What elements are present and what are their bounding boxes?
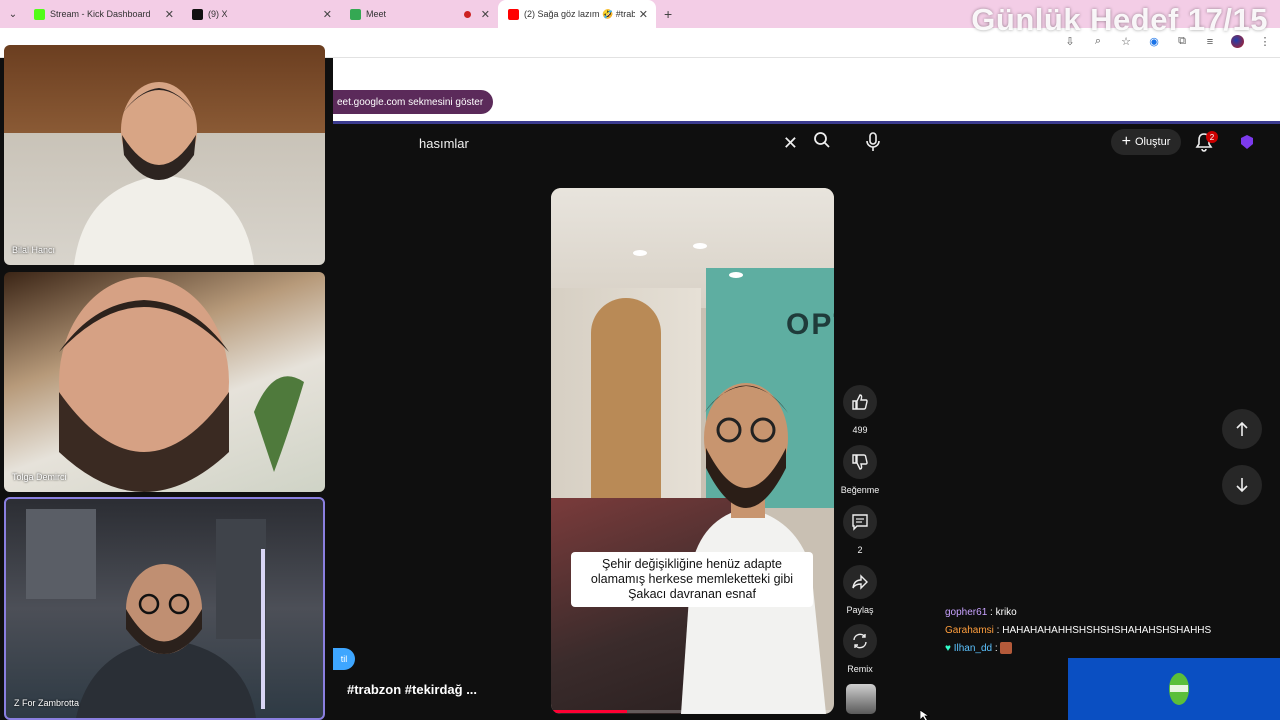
- webcam-feed: Tolga Demirci: [4, 272, 325, 492]
- like-count: 499: [852, 425, 868, 435]
- create-label: Oluştur: [1134, 136, 1171, 148]
- close-tab-icon[interactable]: ✕: [323, 8, 332, 21]
- verified-badge-icon: ♥: [945, 643, 951, 654]
- comments-button[interactable]: [843, 505, 877, 539]
- comment-count: 2: [857, 545, 863, 555]
- kick-favicon-icon: [34, 8, 45, 20]
- ceiling-light: [693, 243, 707, 249]
- webcam-person: [26, 509, 266, 718]
- youtube-favicon-icon: [508, 8, 519, 20]
- tab-title: (2) Sağa göz lazım 🤣 #trab: [524, 8, 635, 19]
- recording-icon: [463, 10, 471, 18]
- clear-search-icon[interactable]: ✕: [783, 133, 798, 154]
- like-button[interactable]: [843, 385, 877, 419]
- webcam-person: [74, 82, 254, 265]
- search-icon[interactable]: [813, 131, 831, 149]
- arrow-down-icon: [1236, 478, 1248, 493]
- close-tab-icon[interactable]: ✕: [639, 8, 648, 21]
- account-avatar[interactable]: [1239, 134, 1255, 150]
- video-frame-person: [681, 383, 826, 714]
- microphone-icon[interactable]: [864, 131, 882, 153]
- stream-chat-overlay: gopher61 : kriko Garahamsi : HAHAHAHAHHS…: [945, 604, 1211, 658]
- comment-icon: [852, 514, 868, 531]
- meet-favicon-icon: [350, 8, 361, 20]
- webcam-feed: Bilal Hancı: [4, 45, 325, 265]
- new-tab-icon[interactable]: +: [664, 6, 672, 22]
- dislike-label: Beğenme: [840, 485, 880, 495]
- tab-x[interactable]: (9) X ✕: [182, 0, 340, 28]
- screen: ⌄ Stream - Kick Dashboard ✕ (9) X ✕ Meet…: [0, 0, 1280, 720]
- webcam-feed-active: Z For Zambrotta: [4, 497, 325, 720]
- chat-username: Garahamsi: [945, 625, 994, 636]
- chat-message: ♥ Ilhan_dd :: [945, 640, 1211, 658]
- chat-text: kriko: [995, 607, 1017, 618]
- meet-tab-notice[interactable]: eet.google.com sekmesini göster: [333, 90, 494, 114]
- tab-meet[interactable]: Meet ✕: [340, 0, 498, 28]
- video-caption: Şehir değişikliğine henüz adapte olamamı…: [571, 552, 813, 607]
- tab-title: Stream - Kick Dashboard: [50, 9, 151, 19]
- chat-emote-icon: [1000, 642, 1013, 655]
- share-button[interactable]: [843, 565, 877, 599]
- remix-icon: [853, 633, 867, 649]
- sound-source-thumbnail[interactable]: [846, 684, 876, 714]
- create-button[interactable]: + Oluştur: [1111, 129, 1181, 155]
- page-divider: [333, 121, 1280, 124]
- x-favicon-icon: [192, 8, 203, 20]
- ceiling-light: [633, 250, 647, 256]
- next-short-button[interactable]: [1222, 465, 1262, 505]
- chip-badge[interactable]: til: [333, 648, 355, 670]
- webcam-person: [59, 277, 304, 492]
- tab-title: Meet: [366, 9, 387, 19]
- arrow-up-icon: [1236, 421, 1248, 436]
- tab-youtube[interactable]: (2) Sağa göz lazım 🤣 #trab ✕: [498, 0, 656, 28]
- remix-label: Remix: [847, 664, 873, 674]
- previous-short-button[interactable]: [1222, 409, 1262, 449]
- plus-icon: +: [1121, 133, 1131, 150]
- tab-title: (9) X: [208, 9, 228, 19]
- chat-message: gopher61 : kriko: [945, 607, 1017, 618]
- ceiling-light: [729, 272, 743, 278]
- chat-text: HAHAHAHAHHSHSHSHSHAHAHSHSHAHHS: [1002, 625, 1212, 636]
- chat-username: gopher61: [945, 607, 988, 618]
- share-label: Paylaş: [846, 605, 874, 615]
- sponsor-logo-icon: [1169, 673, 1189, 705]
- chat-message: Garahamsi : HAHAHAHAHHSHSHSHSHAHAHSHSHAH…: [945, 625, 1212, 636]
- thumbs-down-icon: [852, 454, 868, 470]
- webcam-name: Bilal Hancı: [12, 245, 56, 255]
- webcam-name: Z For Zambrotta: [14, 698, 80, 708]
- video-progress-fill: [551, 710, 628, 713]
- chat-username: Ilhan_dd: [953, 643, 993, 654]
- stream-goal-overlay: Günlük Hedef 17/15: [971, 2, 1268, 37]
- search-input[interactable]: hasımlar: [419, 136, 783, 151]
- thumbs-up-icon: [852, 394, 868, 410]
- notification-count-badge: 2: [1206, 131, 1218, 143]
- share-arrow-icon: [852, 574, 868, 590]
- tab-kick[interactable]: Stream - Kick Dashboard ✕: [24, 0, 182, 28]
- close-tab-icon[interactable]: ✕: [481, 8, 490, 21]
- remix-button[interactable]: [843, 624, 877, 658]
- tab-search-icon[interactable]: ⌄: [2, 3, 24, 25]
- video-progress-bar[interactable]: [551, 710, 834, 713]
- search-box[interactable]: hasımlar ✕: [406, 128, 806, 158]
- video-frame-shelf-arch: [591, 298, 661, 498]
- dislike-button[interactable]: [843, 445, 877, 479]
- close-tab-icon[interactable]: ✕: [165, 8, 174, 21]
- webcam-name: Tolga Demirci: [12, 472, 67, 482]
- video-hashtags[interactable]: #trabzon #tekirdağ ...: [347, 682, 477, 697]
- mouse-cursor-icon: [920, 710, 930, 720]
- shorts-video-player[interactable]: OPT Şehir değişikliğine henüz adapte ola…: [551, 188, 834, 714]
